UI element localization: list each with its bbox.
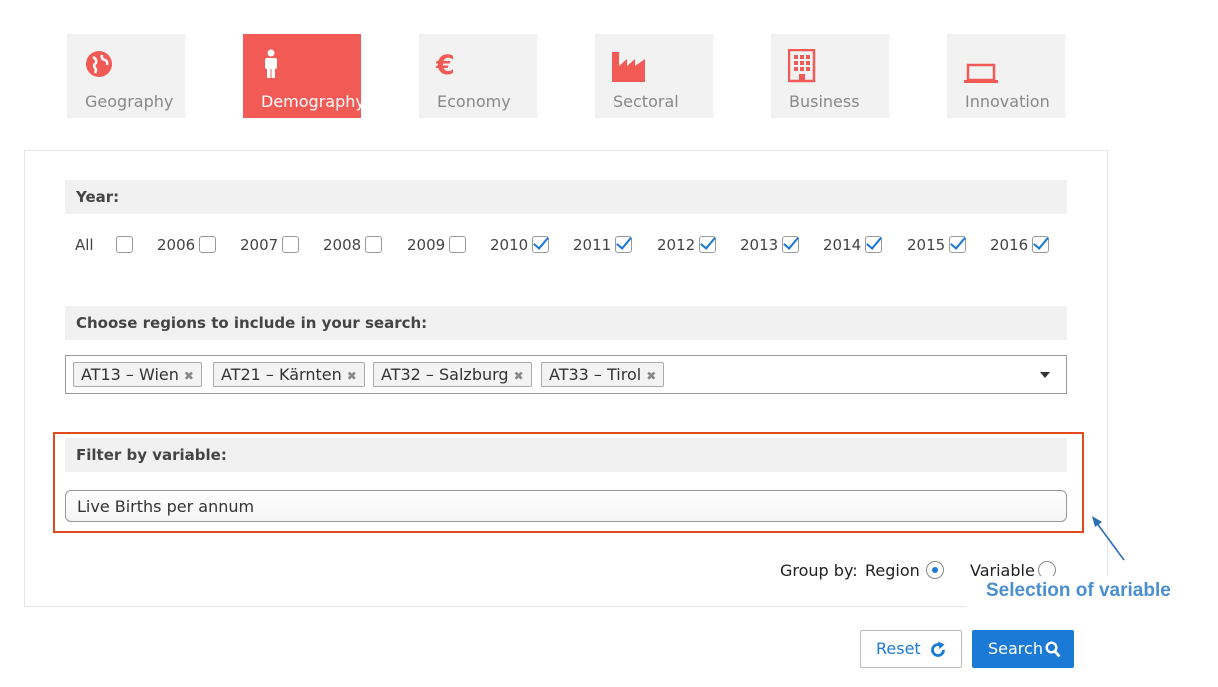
- region-chip-label: AT33 – Tirol: [549, 365, 642, 384]
- laptop-icon: [964, 49, 998, 83]
- tab-business[interactable]: Business: [771, 34, 889, 118]
- year-checkbox-2006[interactable]: [199, 236, 216, 253]
- remove-icon[interactable]: ✖: [646, 369, 656, 383]
- annotation-label: Selection of variable: [986, 580, 1171, 601]
- tab-label: Demography: [261, 92, 365, 111]
- annotation-arrow-icon: [1092, 516, 1125, 561]
- reset-button-label: Reset: [876, 639, 921, 658]
- tab-innovation[interactable]: Innovation: [947, 34, 1065, 118]
- region-chip-label: AT21 – Kärnten: [221, 365, 342, 384]
- person-icon: [260, 49, 290, 83]
- year-label: 2013: [740, 236, 779, 254]
- tab-sectoral[interactable]: Sectoral: [595, 34, 713, 118]
- region-multiselect[interactable]: AT13 – Wien ✖ AT21 – Kärnten ✖ AT32 – Salz…: [65, 355, 1067, 394]
- tab-label: Economy: [437, 92, 511, 111]
- year-checkbox-2016[interactable]: [1032, 236, 1049, 253]
- euro-icon: €: [435, 49, 466, 83]
- year-label: 2006: [157, 236, 196, 254]
- year-label: 2007: [240, 236, 279, 254]
- refresh-icon: [931, 641, 945, 657]
- year-checkbox-2009[interactable]: [449, 236, 466, 253]
- search-button-label: Search: [988, 639, 1043, 658]
- year-label: 2010: [490, 236, 529, 254]
- region-chip: AT33 – Tirol ✖: [541, 362, 665, 387]
- year-checkbox-2011[interactable]: [615, 236, 632, 253]
- reset-button[interactable]: Reset: [860, 630, 962, 668]
- svg-text:€: €: [436, 50, 455, 81]
- region-chip: AT13 – Wien ✖: [73, 362, 202, 387]
- year-label: 2015: [907, 236, 946, 254]
- search-icon: [1045, 641, 1061, 658]
- region-chip: AT32 – Salzburg ✖: [373, 362, 532, 387]
- group-by-region-radio[interactable]: [926, 561, 944, 579]
- building-icon: [787, 48, 818, 83]
- year-checkbox-2015[interactable]: [949, 236, 966, 253]
- tab-geography[interactable]: Geography: [67, 34, 185, 118]
- year-all-label: All: [75, 236, 94, 254]
- tab-label: Business: [789, 92, 860, 111]
- year-checkbox-2007[interactable]: [282, 236, 299, 253]
- globe-icon: [84, 49, 114, 83]
- year-label: 2012: [657, 236, 696, 254]
- remove-icon[interactable]: ✖: [514, 369, 524, 383]
- region-heading: Choose regions to include in your search…: [65, 306, 1067, 340]
- region-chip-label: AT13 – Wien: [81, 365, 179, 384]
- tab-label: Innovation: [965, 92, 1050, 111]
- search-button[interactable]: Search: [972, 630, 1074, 668]
- year-heading: Year:: [65, 180, 1067, 214]
- region-chip-label: AT32 – Salzburg: [381, 365, 509, 384]
- year-checkbox-2008[interactable]: [365, 236, 382, 253]
- dropdown-caret-icon[interactable]: [1040, 372, 1050, 378]
- region-chip: AT21 – Kärnten ✖: [213, 362, 365, 387]
- tab-label: Geography: [85, 92, 174, 111]
- year-checkbox-2010[interactable]: [532, 236, 549, 253]
- year-label: 2008: [323, 236, 362, 254]
- group-by-region-label: Region: [865, 561, 920, 580]
- year-checkbox-2014[interactable]: [865, 236, 882, 253]
- year-label: 2016: [990, 236, 1029, 254]
- annotation-highlight-box: [53, 432, 1084, 533]
- remove-icon[interactable]: ✖: [184, 369, 194, 383]
- tab-demography[interactable]: Demography: [243, 34, 365, 118]
- year-checkbox-2012[interactable]: [699, 236, 716, 253]
- group-by-label: Group by:: [780, 561, 858, 580]
- tab-label: Sectoral: [613, 92, 679, 111]
- year-all-checkbox[interactable]: [116, 236, 133, 253]
- factory-icon: [612, 49, 645, 83]
- year-label: 2009: [407, 236, 446, 254]
- year-checkbox-2013[interactable]: [782, 236, 799, 253]
- year-label: 2011: [573, 236, 612, 254]
- tab-economy[interactable]: € Economy: [419, 34, 537, 118]
- remove-icon[interactable]: ✖: [347, 369, 357, 383]
- year-label: 2014: [823, 236, 862, 254]
